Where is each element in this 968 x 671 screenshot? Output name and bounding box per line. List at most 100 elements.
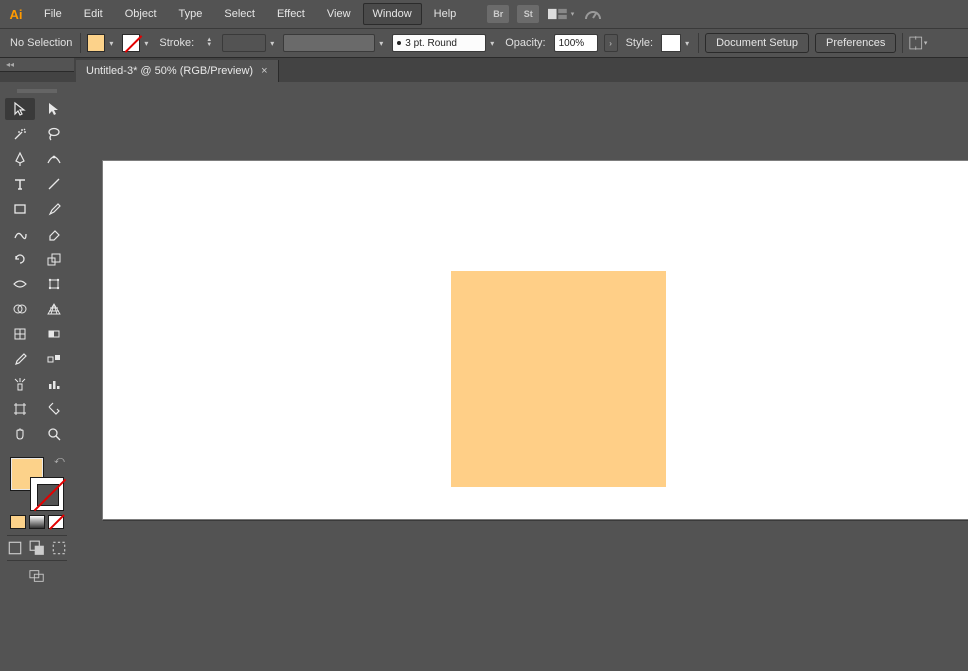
stroke-weight-combo[interactable]: ▾: [222, 34, 277, 52]
close-icon[interactable]: ×: [261, 65, 267, 77]
brush-definition-combo[interactable]: 3 pt. Round ▾: [392, 34, 497, 52]
gradient-tool[interactable]: [39, 323, 69, 345]
direct-selection-tool[interactable]: [39, 98, 69, 120]
eraser-tool[interactable]: [39, 223, 69, 245]
menu-edit[interactable]: Edit: [74, 3, 113, 25]
chevron-down-icon[interactable]: ▾: [267, 34, 277, 52]
menu-window[interactable]: Window: [363, 3, 422, 25]
document-tab-title: Untitled-3* @ 50% (RGB/Preview): [86, 65, 253, 77]
menu-view[interactable]: View: [317, 3, 361, 25]
fill-swatch[interactable]: [87, 34, 105, 52]
fill-stroke-control[interactable]: ⤺: [8, 455, 66, 511]
stroke-swatch-combo[interactable]: ▾: [122, 34, 151, 52]
shape-builder-tool[interactable]: [5, 298, 35, 320]
selection-status: No Selection: [8, 37, 74, 49]
mesh-tool[interactable]: [5, 323, 35, 345]
line-segment-tool[interactable]: [39, 173, 69, 195]
selection-tool[interactable]: [5, 98, 35, 120]
shaper-tool[interactable]: [5, 223, 35, 245]
eyedropper-tool[interactable]: [5, 348, 35, 370]
arrange-documents-icon[interactable]: ▾: [548, 5, 574, 23]
workspace[interactable]: [74, 82, 968, 671]
perspective-grid-tool[interactable]: [39, 298, 69, 320]
chevron-down-icon[interactable]: ▾: [106, 34, 116, 52]
lasso-tool[interactable]: [39, 123, 69, 145]
pen-tool[interactable]: [5, 148, 35, 170]
app-logo: Ai: [6, 4, 26, 24]
document-tab[interactable]: Untitled-3* @ 50% (RGB/Preview) ×: [76, 60, 279, 82]
draw-mode-row: [7, 535, 67, 561]
panel-grip-icon[interactable]: [7, 88, 67, 94]
stroke-weight-field[interactable]: [222, 34, 266, 52]
artboard[interactable]: [102, 160, 968, 520]
brush-definition[interactable]: 3 pt. Round: [392, 34, 486, 52]
graphic-style-combo[interactable]: ▾: [661, 34, 692, 52]
chevron-down-icon[interactable]: ▾: [141, 34, 151, 52]
stroke-swatch-none[interactable]: [122, 34, 140, 52]
zoom-tool[interactable]: [39, 423, 69, 445]
menu-object[interactable]: Object: [115, 3, 167, 25]
menu-type[interactable]: Type: [169, 3, 213, 25]
stroke-indicator[interactable]: [30, 477, 64, 511]
chevron-down-icon[interactable]: ▾: [487, 34, 497, 52]
rotate-tool[interactable]: [5, 248, 35, 270]
variable-width-profile[interactable]: [283, 34, 375, 52]
type-tool[interactable]: [5, 173, 35, 195]
hand-tool[interactable]: [5, 423, 35, 445]
paintbrush-tool[interactable]: [39, 198, 69, 220]
stroke-weight-stepper[interactable]: ▲▼: [202, 34, 216, 52]
blend-tool[interactable]: [39, 348, 69, 370]
menu-file[interactable]: File: [34, 3, 72, 25]
width-tool[interactable]: [5, 273, 35, 295]
document-setup-button[interactable]: Document Setup: [705, 33, 809, 53]
screen-mode-row: [7, 561, 67, 591]
color-mode-none[interactable]: [48, 515, 64, 529]
brush-preview-icon: [397, 41, 401, 45]
color-mode-row: [10, 515, 64, 529]
opacity-dropdown[interactable]: ›: [604, 34, 618, 52]
artboard-tool[interactable]: [5, 398, 35, 420]
stroke-label: Stroke:: [157, 37, 196, 49]
control-bar: No Selection ▾ ▾ Stroke: ▲▼ ▾ ▾ 3 pt. Ro…: [0, 28, 968, 58]
brush-label: 3 pt. Round: [405, 38, 457, 49]
slice-tool[interactable]: [39, 398, 69, 420]
free-transform-tool[interactable]: [39, 273, 69, 295]
screen-mode-icon[interactable]: [26, 567, 48, 585]
draw-normal-icon[interactable]: [7, 540, 23, 556]
tools-panel: ⤺: [0, 82, 74, 671]
opacity-field[interactable]: 100%: [554, 34, 598, 52]
document-tab-strip: Untitled-3* @ 50% (RGB/Preview) ×: [0, 58, 968, 82]
gpu-performance-icon[interactable]: [580, 5, 606, 23]
chevron-down-icon[interactable]: ▾: [376, 34, 386, 52]
fill-swatch-combo[interactable]: ▾: [87, 34, 116, 52]
style-label: Style:: [624, 37, 656, 49]
draw-behind-icon[interactable]: [29, 540, 45, 556]
bridge-icon[interactable]: Br: [487, 5, 509, 23]
symbol-sprayer-tool[interactable]: [5, 373, 35, 395]
magic-wand-tool[interactable]: [5, 123, 35, 145]
color-mode-solid[interactable]: [10, 515, 26, 529]
rectangle-tool[interactable]: [5, 198, 35, 220]
menu-help[interactable]: Help: [424, 3, 467, 25]
canvas-viewport[interactable]: [102, 160, 968, 671]
panel-collapse-icon[interactable]: ◂◂: [0, 58, 74, 72]
stock-icon[interactable]: St: [517, 5, 539, 23]
variable-width-profile-combo[interactable]: ▾: [283, 34, 386, 52]
chevron-down-icon[interactable]: ▾: [682, 34, 692, 52]
opacity-label: Opacity:: [503, 37, 547, 49]
column-graph-tool[interactable]: [39, 373, 69, 395]
scale-tool[interactable]: [39, 248, 69, 270]
draw-inside-icon[interactable]: [51, 540, 67, 556]
menu-effect[interactable]: Effect: [267, 3, 315, 25]
rectangle-shape[interactable]: [451, 271, 666, 487]
separator: [902, 33, 903, 53]
separator: [698, 33, 699, 53]
graphic-style-swatch[interactable]: [661, 34, 681, 52]
color-mode-gradient[interactable]: [29, 515, 45, 529]
align-to-icon[interactable]: ▾: [909, 36, 927, 50]
curvature-tool[interactable]: [39, 148, 69, 170]
menu-select[interactable]: Select: [214, 3, 265, 25]
preferences-button[interactable]: Preferences: [815, 33, 896, 53]
main: ⤺: [0, 82, 968, 671]
swap-fill-stroke-icon[interactable]: ⤺: [54, 455, 66, 467]
